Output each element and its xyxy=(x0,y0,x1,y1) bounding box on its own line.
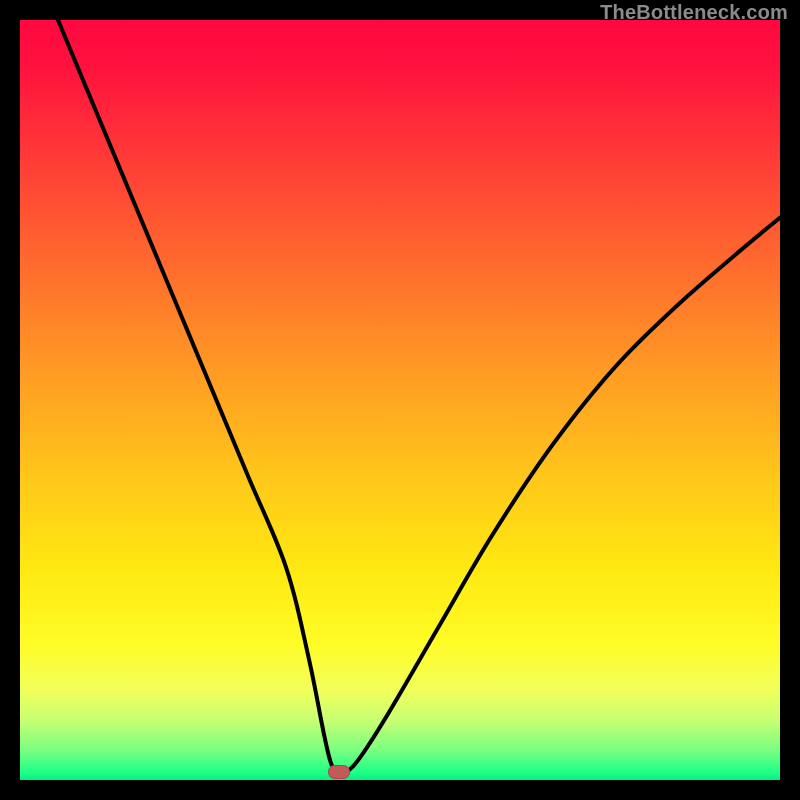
curve-path xyxy=(58,20,780,772)
bottleneck-curve xyxy=(20,20,780,780)
minimum-marker xyxy=(328,765,350,779)
chart-frame: TheBottleneck.com xyxy=(0,0,800,800)
plot-area xyxy=(20,20,780,780)
